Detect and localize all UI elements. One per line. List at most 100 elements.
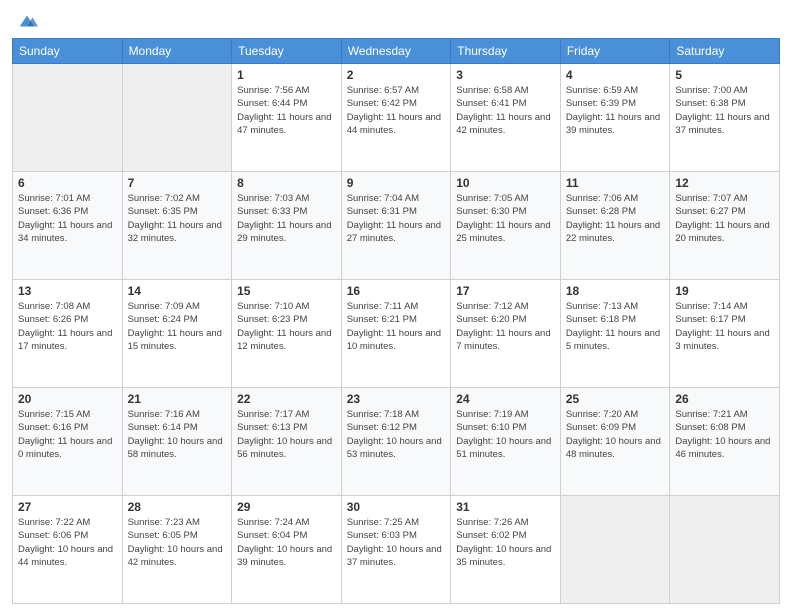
day-number: 23 — [347, 392, 446, 406]
day-info: Sunrise: 7:09 AMSunset: 6:24 PMDaylight:… — [128, 300, 227, 353]
day-info: Sunrise: 6:58 AMSunset: 6:41 PMDaylight:… — [456, 84, 555, 137]
day-info: Sunrise: 6:59 AMSunset: 6:39 PMDaylight:… — [566, 84, 665, 137]
day-info: Sunrise: 7:20 AMSunset: 6:09 PMDaylight:… — [566, 408, 665, 461]
calendar-cell: 13 Sunrise: 7:08 AMSunset: 6:26 PMDayligh… — [13, 280, 123, 388]
day-number: 5 — [675, 68, 774, 82]
day-info: Sunrise: 7:06 AMSunset: 6:28 PMDaylight:… — [566, 192, 665, 245]
day-number: 13 — [18, 284, 117, 298]
calendar-cell: 2 Sunrise: 6:57 AMSunset: 6:42 PMDaylight… — [341, 64, 451, 172]
calendar-cell: 3 Sunrise: 6:58 AMSunset: 6:41 PMDaylight… — [451, 64, 561, 172]
day-info: Sunrise: 7:10 AMSunset: 6:23 PMDaylight:… — [237, 300, 336, 353]
calendar-header-friday: Friday — [560, 39, 670, 64]
day-info: Sunrise: 7:17 AMSunset: 6:13 PMDaylight:… — [237, 408, 336, 461]
day-info: Sunrise: 7:04 AMSunset: 6:31 PMDaylight:… — [347, 192, 446, 245]
day-number: 25 — [566, 392, 665, 406]
calendar-cell: 22 Sunrise: 7:17 AMSunset: 6:13 PMDayligh… — [232, 388, 342, 496]
day-info: Sunrise: 7:13 AMSunset: 6:18 PMDaylight:… — [566, 300, 665, 353]
calendar-cell: 26 Sunrise: 7:21 AMSunset: 6:08 PMDayligh… — [670, 388, 780, 496]
day-info: Sunrise: 7:26 AMSunset: 6:02 PMDaylight:… — [456, 516, 555, 569]
calendar-cell: 19 Sunrise: 7:14 AMSunset: 6:17 PMDayligh… — [670, 280, 780, 388]
calendar-week-row: 20 Sunrise: 7:15 AMSunset: 6:16 PMDayligh… — [13, 388, 780, 496]
day-info: Sunrise: 7:01 AMSunset: 6:36 PMDaylight:… — [18, 192, 117, 245]
calendar-cell: 18 Sunrise: 7:13 AMSunset: 6:18 PMDayligh… — [560, 280, 670, 388]
day-info: Sunrise: 7:19 AMSunset: 6:10 PMDaylight:… — [456, 408, 555, 461]
calendar-header-wednesday: Wednesday — [341, 39, 451, 64]
day-info: Sunrise: 7:00 AMSunset: 6:38 PMDaylight:… — [675, 84, 774, 137]
calendar-header-row: SundayMondayTuesdayWednesdayThursdayFrid… — [13, 39, 780, 64]
calendar-cell: 28Sunrise: 7:23 AMSunset: 6:05 PMDayligh… — [122, 496, 232, 604]
day-info: Sunrise: 7:18 AMSunset: 6:12 PMDaylight:… — [347, 408, 446, 461]
day-number: 22 — [237, 392, 336, 406]
calendar-cell: 15 Sunrise: 7:10 AMSunset: 6:23 PMDayligh… — [232, 280, 342, 388]
logo-icon — [16, 10, 38, 32]
day-number: 24 — [456, 392, 555, 406]
calendar-cell: 6 Sunrise: 7:01 AMSunset: 6:36 PMDaylight… — [13, 172, 123, 280]
day-info: Sunrise: 7:56 AMSunset: 6:44 PMDaylight:… — [237, 84, 336, 137]
day-info: Sunrise: 7:02 AMSunset: 6:35 PMDaylight:… — [128, 192, 227, 245]
day-number: 27 — [18, 500, 117, 514]
header — [12, 10, 780, 32]
day-info: Sunrise: 7:08 AMSunset: 6:26 PMDaylight:… — [18, 300, 117, 353]
day-info: Sunrise: 7:11 AMSunset: 6:21 PMDaylight:… — [347, 300, 446, 353]
day-number: 2 — [347, 68, 446, 82]
day-number: 29 — [237, 500, 336, 514]
calendar-week-row: 13 Sunrise: 7:08 AMSunset: 6:26 PMDayligh… — [13, 280, 780, 388]
day-info: Sunrise: 7:16 AMSunset: 6:14 PMDaylight:… — [128, 408, 227, 461]
day-number: 4 — [566, 68, 665, 82]
calendar-cell: 25 Sunrise: 7:20 AMSunset: 6:09 PMDayligh… — [560, 388, 670, 496]
calendar-header-sunday: Sunday — [13, 39, 123, 64]
calendar-cell: 30 Sunrise: 7:25 AMSunset: 6:03 PMDayligh… — [341, 496, 451, 604]
calendar-header-thursday: Thursday — [451, 39, 561, 64]
calendar-header-monday: Monday — [122, 39, 232, 64]
calendar-week-row: 1Sunrise: 7:56 AMSunset: 6:44 PMDaylight… — [13, 64, 780, 172]
day-info: Sunrise: 7:15 AMSunset: 6:16 PMDaylight:… — [18, 408, 117, 461]
day-number: 19 — [675, 284, 774, 298]
calendar-cell — [13, 64, 123, 172]
calendar-cell: 23 Sunrise: 7:18 AMSunset: 6:12 PMDayligh… — [341, 388, 451, 496]
day-info: Sunrise: 7:22 AMSunset: 6:06 PMDaylight:… — [18, 516, 117, 569]
calendar-header-tuesday: Tuesday — [232, 39, 342, 64]
calendar-cell: 17Sunrise: 7:12 AMSunset: 6:20 PMDayligh… — [451, 280, 561, 388]
calendar-cell: 14 Sunrise: 7:09 AMSunset: 6:24 PMDayligh… — [122, 280, 232, 388]
page: SundayMondayTuesdayWednesdayThursdayFrid… — [0, 0, 792, 612]
day-info: Sunrise: 7:23 AMSunset: 6:05 PMDaylight:… — [128, 516, 227, 569]
day-number: 20 — [18, 392, 117, 406]
calendar-cell — [560, 496, 670, 604]
day-info: Sunrise: 7:07 AMSunset: 6:27 PMDaylight:… — [675, 192, 774, 245]
day-number: 18 — [566, 284, 665, 298]
day-info: Sunrise: 7:05 AMSunset: 6:30 PMDaylight:… — [456, 192, 555, 245]
day-number: 21 — [128, 392, 227, 406]
day-info: Sunrise: 7:25 AMSunset: 6:03 PMDaylight:… — [347, 516, 446, 569]
day-number: 6 — [18, 176, 117, 190]
calendar-cell: 11 Sunrise: 7:06 AMSunset: 6:28 PMDayligh… — [560, 172, 670, 280]
calendar-cell: 7 Sunrise: 7:02 AMSunset: 6:35 PMDaylight… — [122, 172, 232, 280]
calendar-cell — [670, 496, 780, 604]
calendar-table: SundayMondayTuesdayWednesdayThursdayFrid… — [12, 38, 780, 604]
day-info: Sunrise: 7:21 AMSunset: 6:08 PMDaylight:… — [675, 408, 774, 461]
day-number: 10 — [456, 176, 555, 190]
calendar-header-saturday: Saturday — [670, 39, 780, 64]
calendar-cell: 9Sunrise: 7:04 AMSunset: 6:31 PMDaylight… — [341, 172, 451, 280]
day-number: 26 — [675, 392, 774, 406]
day-number: 14 — [128, 284, 227, 298]
calendar-cell: 4 Sunrise: 6:59 AMSunset: 6:39 PMDaylight… — [560, 64, 670, 172]
day-number: 7 — [128, 176, 227, 190]
day-number: 3 — [456, 68, 555, 82]
calendar-cell: 24 Sunrise: 7:19 AMSunset: 6:10 PMDayligh… — [451, 388, 561, 496]
calendar-cell: 5 Sunrise: 7:00 AMSunset: 6:38 PMDaylight… — [670, 64, 780, 172]
calendar-week-row: 27 Sunrise: 7:22 AMSunset: 6:06 PMDayligh… — [13, 496, 780, 604]
calendar-cell: 21 Sunrise: 7:16 AMSunset: 6:14 PMDayligh… — [122, 388, 232, 496]
day-number: 30 — [347, 500, 446, 514]
day-number: 15 — [237, 284, 336, 298]
day-info: Sunrise: 7:14 AMSunset: 6:17 PMDaylight:… — [675, 300, 774, 353]
calendar-cell: 20 Sunrise: 7:15 AMSunset: 6:16 PMDayligh… — [13, 388, 123, 496]
day-info: Sunrise: 6:57 AMSunset: 6:42 PMDaylight:… — [347, 84, 446, 137]
calendar-week-row: 6 Sunrise: 7:01 AMSunset: 6:36 PMDaylight… — [13, 172, 780, 280]
day-number: 11 — [566, 176, 665, 190]
calendar-cell: 8Sunrise: 7:03 AMSunset: 6:33 PMDaylight… — [232, 172, 342, 280]
day-number: 31 — [456, 500, 555, 514]
day-info: Sunrise: 7:03 AMSunset: 6:33 PMDaylight:… — [237, 192, 336, 245]
calendar-cell: 31 Sunrise: 7:26 AMSunset: 6:02 PMDayligh… — [451, 496, 561, 604]
calendar-cell: 27 Sunrise: 7:22 AMSunset: 6:06 PMDayligh… — [13, 496, 123, 604]
day-number: 16 — [347, 284, 446, 298]
